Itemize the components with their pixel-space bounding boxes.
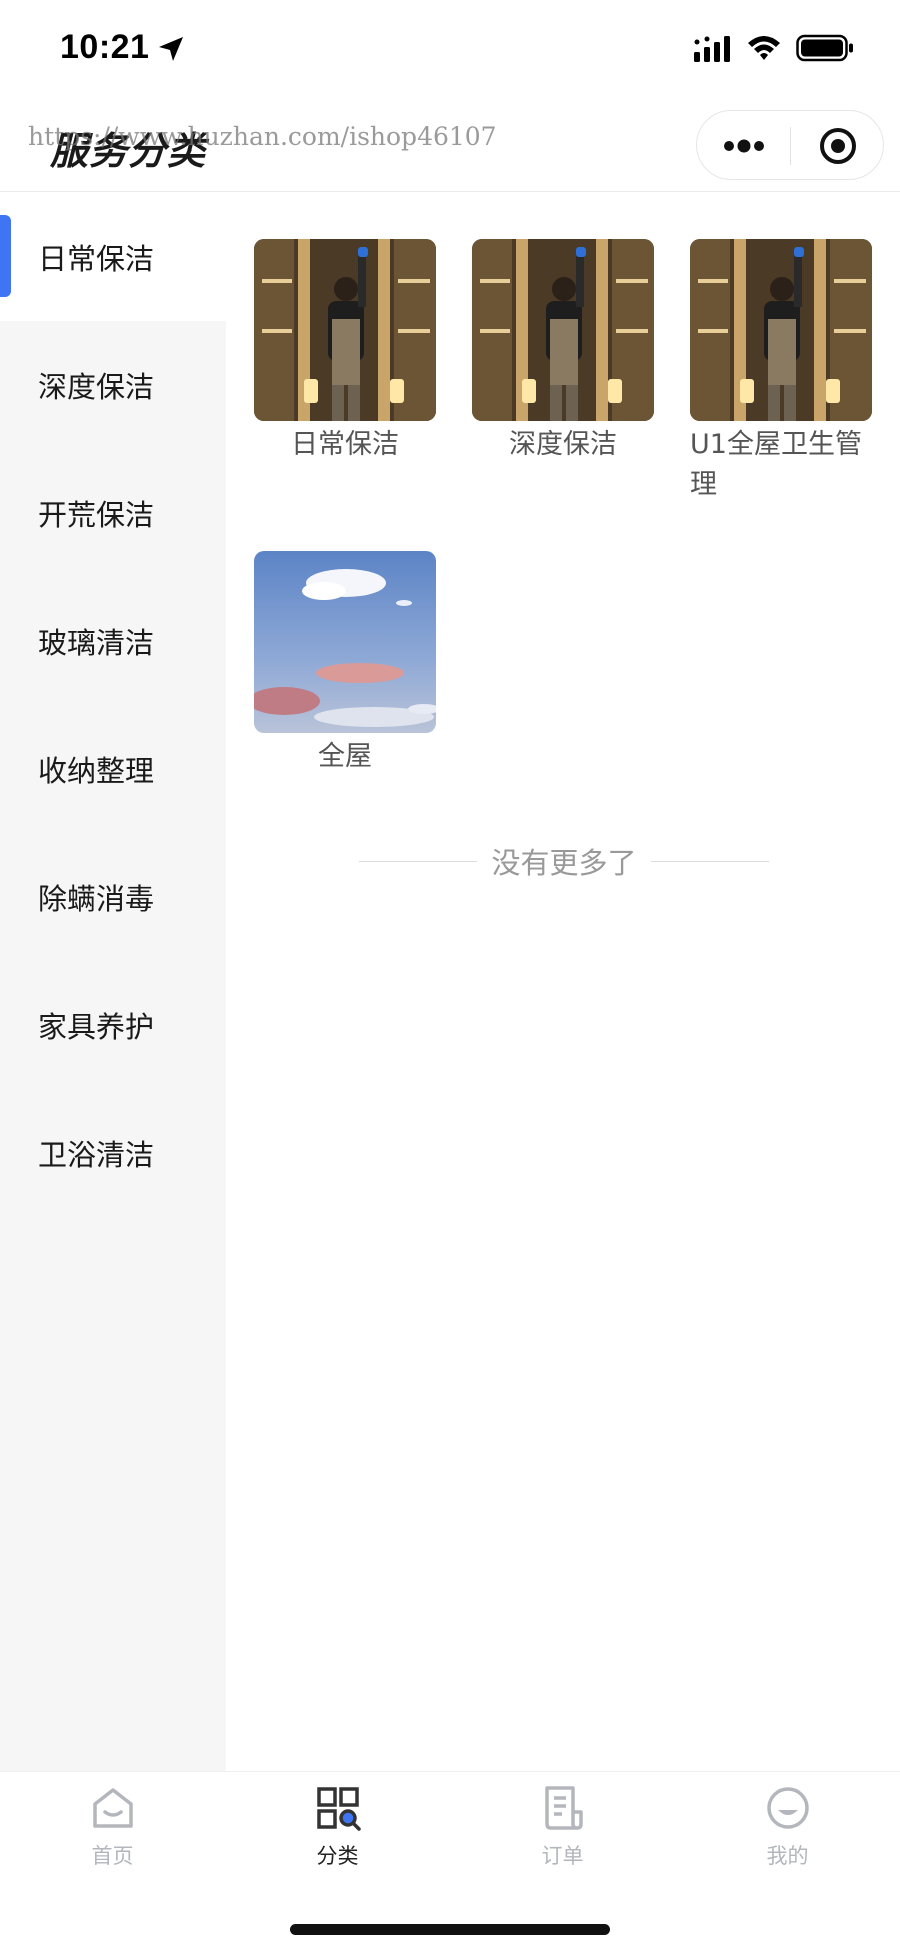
profile-face-icon — [766, 1787, 809, 1829]
tab-label: 分类 — [316, 1844, 359, 1868]
sidebar-item-storage-organizing[interactable]: 收纳整理 — [0, 705, 226, 833]
divider-line — [359, 860, 478, 862]
sidebar-item-label: 家具养护 — [38, 1010, 155, 1044]
more-button[interactable] — [697, 111, 791, 181]
service-card[interactable]: 深度保洁 — [472, 239, 654, 465]
nav-header: 服务分类 https://www.huzhan.com/ishop46107 — [0, 100, 900, 192]
tab-label: 订单 — [541, 1844, 584, 1868]
cleaner-photo — [690, 239, 872, 421]
tab-label: 我的 — [766, 1844, 809, 1868]
status-bar: 10:21 — [0, 0, 900, 100]
sidebar-item-daily-cleaning[interactable]: 日常保洁 — [0, 193, 226, 321]
service-card[interactable]: 日常保洁 — [254, 239, 436, 465]
sidebar-item-label: 卫浴清洁 — [38, 1138, 155, 1172]
no-more-text: 没有更多了 — [491, 846, 637, 880]
sidebar-item-label: 日常保洁 — [38, 242, 155, 276]
sidebar-item-deep-cleaning[interactable]: 深度保洁 — [0, 321, 226, 449]
service-card-label: 深度保洁 — [509, 429, 617, 460]
sidebar-item-glass-cleaning[interactable]: 玻璃清洁 — [0, 577, 226, 705]
sidebar-item-label: 深度保洁 — [38, 370, 155, 404]
order-document-icon — [544, 1786, 583, 1830]
sky-photo — [254, 551, 436, 733]
status-time: 10:21 — [60, 28, 150, 66]
service-card-label: U1全屋卫生管理 — [690, 429, 862, 500]
sidebar-item-label: 除螨消毒 — [38, 882, 155, 916]
active-indicator — [0, 215, 11, 297]
sidebar-item-label: 开荒保洁 — [38, 498, 155, 532]
wifi-icon — [748, 36, 780, 60]
sidebar-item-bathroom-cleaning[interactable]: 卫浴清洁 — [0, 1089, 226, 1217]
target-close-icon — [820, 128, 856, 164]
category-grid-icon — [316, 1787, 361, 1831]
sidebar-item-furniture-care[interactable]: 家具养护 — [0, 961, 226, 1089]
cleaner-photo — [472, 239, 654, 421]
cleaner-photo — [254, 239, 436, 421]
home-icon — [92, 1788, 133, 1828]
tab-orders[interactable]: 订单 — [450, 1784, 675, 1884]
page-title: 服务分类 — [50, 129, 207, 173]
tab-home[interactable]: 首页 — [0, 1784, 225, 1884]
tab-category[interactable]: 分类 — [225, 1784, 450, 1884]
service-card-label: 全屋 — [318, 741, 372, 772]
sidebar-item-label: 玻璃清洁 — [38, 626, 155, 660]
sidebar-item-mite-removal[interactable]: 除螨消毒 — [0, 833, 226, 961]
close-button[interactable] — [791, 111, 885, 181]
battery-full-icon — [796, 34, 853, 62]
category-sidebar: 日常保洁 深度保洁 开荒保洁 玻璃清洁 收纳整理 除螨消毒 家具养护 卫浴清洁 — [0, 193, 226, 1771]
service-card[interactable]: U1全屋卫生管理 — [690, 239, 890, 505]
tab-label: 首页 — [91, 1844, 134, 1868]
category-content: 日常保洁 深度保洁 U1全屋卫生管理 全屋 没有更多了 — [226, 193, 900, 1771]
more-dots-icon — [724, 139, 764, 153]
mini-program-capsule — [696, 110, 884, 180]
sidebar-item-post-construction-cleaning[interactable]: 开荒保洁 — [0, 449, 226, 577]
divider-line — [650, 860, 769, 862]
tab-profile[interactable]: 我的 — [675, 1784, 900, 1884]
bottom-tabbar: 首页 分类 订单 我的 — [0, 1771, 900, 1948]
sidebar-item-label: 收纳整理 — [38, 754, 155, 788]
service-card[interactable]: 全屋 — [254, 551, 436, 777]
service-card-label: 日常保洁 — [291, 429, 399, 460]
home-indicator — [290, 1924, 610, 1935]
no-more-hint: 没有更多了 — [356, 841, 772, 881]
location-arrow-icon — [159, 37, 183, 61]
cellular-signal-icon — [694, 36, 730, 62]
